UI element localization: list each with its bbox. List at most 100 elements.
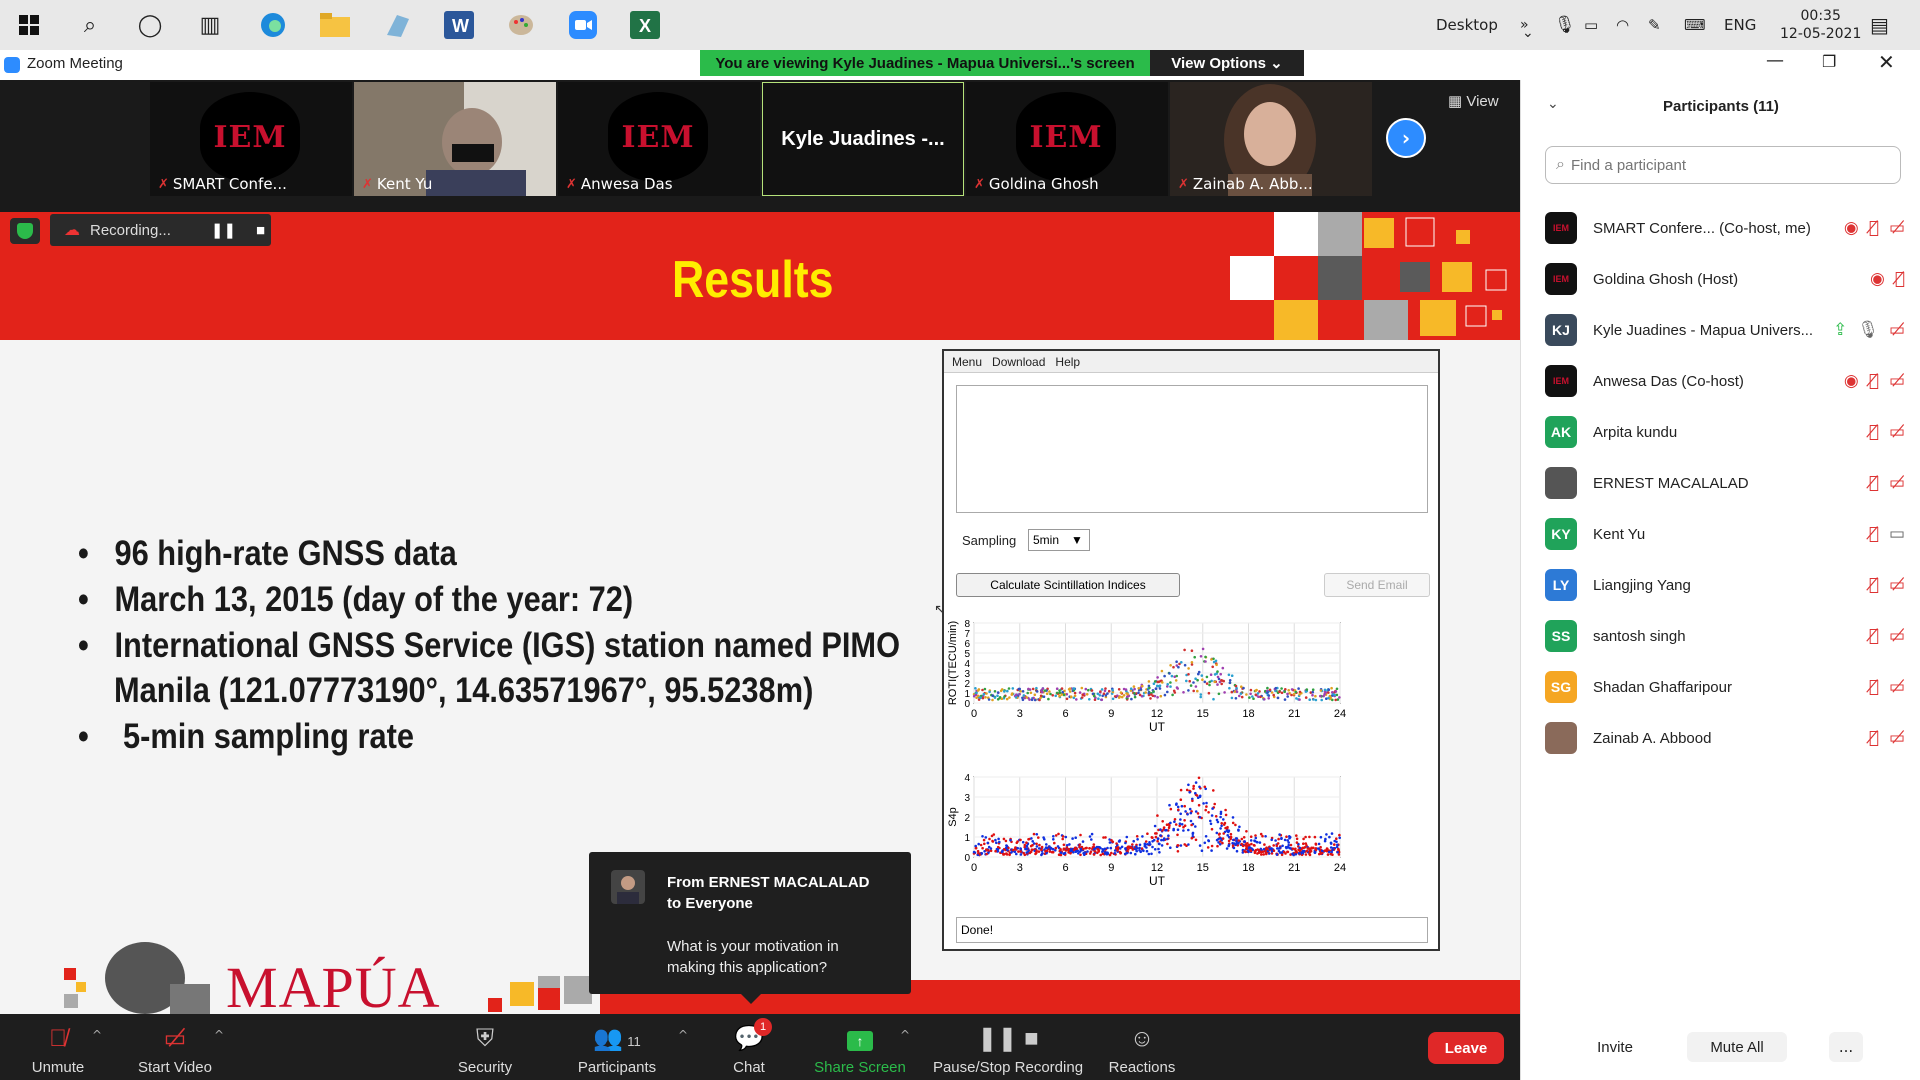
participant-row[interactable]: AK Arpita kundu 🎙̸ ▭̸ — [1545, 412, 1905, 452]
output-textarea[interactable] — [956, 385, 1428, 513]
participant-row[interactable]: Zainab A. Abbood 🎙̸ ▭̸ — [1545, 718, 1905, 758]
participant-row[interactable]: LY Liangjing Yang 🎙̸ ▭̸ — [1545, 565, 1905, 605]
data-point — [1198, 844, 1202, 847]
app-icon[interactable] — [380, 8, 414, 42]
participants-panel: ⌄ Participants (11) ⌕ IEMSMART Confere..… — [1520, 80, 1920, 1080]
encryption-shield-icon[interactable] — [10, 218, 40, 244]
windows-start-icon[interactable] — [12, 8, 46, 42]
chat-notification[interactable]: From ERNEST MACALALAD to Everyone What i… — [589, 852, 911, 1004]
video-muted-icon: ▭̸ — [1888, 575, 1905, 595]
data-point — [1151, 840, 1154, 843]
data-point — [1249, 839, 1253, 842]
menu-item-menu[interactable]: Menu — [952, 355, 982, 369]
view-options-button[interactable]: View Options ⌄ — [1150, 50, 1304, 76]
language-indicator[interactable]: ENG — [1724, 0, 1756, 50]
excel-icon[interactable]: X — [628, 8, 662, 42]
reactions-button[interactable]: ☺ Reactions — [1106, 1014, 1178, 1080]
data-point — [1151, 694, 1155, 698]
participant-row[interactable]: KY Kent Yu 🎙̸ ▭ — [1545, 514, 1905, 554]
data-point — [1194, 685, 1198, 688]
close-icon[interactable]: ✕ — [1878, 50, 1895, 74]
task-view-icon[interactable]: ▥ — [193, 8, 227, 42]
menu-item-download[interactable]: Download — [992, 355, 1045, 369]
data-point — [1025, 851, 1028, 854]
data-point — [972, 850, 976, 854]
share-screen-button[interactable]: ↑ Share Screen — [814, 1014, 906, 1080]
data-point — [1249, 849, 1253, 853]
video-tile[interactable]: ✗ Kent Yu — [354, 82, 556, 196]
data-point — [1168, 672, 1171, 675]
video-muted-icon: ▭̸ — [1888, 473, 1905, 493]
data-point — [1031, 687, 1035, 691]
paint-icon[interactable] — [504, 8, 538, 42]
word-icon[interactable]: W — [442, 8, 476, 42]
menu-item-help[interactable]: Help — [1055, 355, 1080, 369]
invite-button[interactable]: Invite — [1579, 1032, 1651, 1062]
data-point — [1030, 837, 1033, 840]
view-button[interactable]: ▦ View — [1448, 92, 1499, 110]
video-tile[interactable]: IEM ✗ Goldina Ghosh — [966, 82, 1168, 196]
mute-all-button[interactable]: Mute All — [1687, 1032, 1787, 1062]
participants-button[interactable]: 👥 11 Participants — [570, 1014, 664, 1080]
calculate-button[interactable]: Calculate Scintillation Indices — [956, 573, 1180, 597]
participant-row[interactable]: ERNEST MACALALAD 🎙̸ ▭̸ — [1545, 463, 1905, 503]
data-point — [1217, 837, 1220, 841]
send-email-button[interactable]: Send Email — [1324, 573, 1430, 597]
participants-caret-icon[interactable]: ^ — [678, 1028, 688, 1042]
video-tile[interactable]: ✗ Zainab A. Abb... — [1170, 82, 1372, 196]
video-tile[interactable]: IEM ✗ Anwesa Das — [558, 82, 760, 196]
participant-row[interactable]: IEM SMART Confere... (Co-host, me) ◉ 🎙̸ ▭̸ — [1545, 208, 1905, 248]
share-options-caret-icon[interactable]: ^ — [900, 1028, 910, 1042]
data-point — [1061, 835, 1065, 838]
clock[interactable]: 00:35 12-05-2021 — [1780, 0, 1861, 50]
data-point — [1280, 691, 1284, 695]
data-point — [1192, 689, 1195, 693]
next-page-arrow-icon[interactable]: › — [1386, 118, 1426, 158]
participant-search[interactable]: ⌕ — [1545, 146, 1901, 184]
data-point — [1218, 843, 1222, 846]
data-point — [1263, 698, 1266, 701]
video-tile[interactable]: IEM ✗ SMART Confe... — [150, 82, 352, 196]
data-point — [1335, 840, 1338, 844]
participant-row[interactable]: SS santosh singh 🎙̸ ▭̸ — [1545, 616, 1905, 656]
cortana-icon[interactable]: ◯ — [133, 8, 167, 42]
data-point — [1100, 688, 1104, 691]
participant-row[interactable]: IEM Goldina Ghosh (Host) ◉ 🎙̸ — [1545, 259, 1905, 299]
more-options-button[interactable]: ... — [1829, 1032, 1863, 1062]
unmute-button[interactable]: 🎙̸ Unmute — [22, 1014, 94, 1080]
search-icon[interactable]: ⌕ — [73, 8, 107, 42]
participant-row[interactable]: KJ Kyle Juadines - Mapua Univers... ⇪ 🎙 ▭̸ — [1545, 310, 1905, 350]
data-point — [1148, 841, 1151, 844]
data-point — [1177, 808, 1180, 812]
sampling-select[interactable]: 5min ▼ — [1028, 529, 1090, 551]
pause-stop-recording-button[interactable]: ❚❚ ■ Pause/Stop Recording — [930, 1014, 1086, 1080]
video-options-caret-icon[interactable]: ^ — [214, 1028, 224, 1042]
start-video-button[interactable]: ▭̸ Start Video — [130, 1014, 220, 1080]
minimize-icon[interactable]: — — [1766, 50, 1784, 71]
participant-row[interactable]: IEM Anwesa Das (Co-host) ◉ 🎙̸ ▭̸ — [1545, 361, 1905, 401]
security-button[interactable]: ⛨ Security — [450, 1014, 520, 1080]
data-point — [1193, 655, 1196, 659]
leave-button[interactable]: Leave — [1428, 1032, 1504, 1064]
stop-icon[interactable]: ■ — [256, 222, 265, 239]
data-point — [1037, 836, 1040, 839]
zoom-icon[interactable] — [566, 8, 600, 42]
data-point — [1154, 835, 1158, 839]
mic-muted-icon: ✗ — [158, 176, 169, 192]
video-tile-active-speaker[interactable]: Kyle Juadines -... — [762, 82, 964, 196]
notification-icon[interactable]: ▤ — [1870, 0, 1889, 50]
data-point — [1284, 845, 1288, 849]
data-point — [1104, 836, 1107, 839]
tile-name: Goldina Ghosh — [988, 175, 1099, 193]
data-point — [1205, 805, 1208, 808]
audio-options-caret-icon[interactable]: ^ — [92, 1028, 102, 1042]
participant-row[interactable]: SG Shadan Ghaffaripour 🎙̸ ▭̸ — [1545, 667, 1905, 707]
desktop-toolbar[interactable]: Desktop — [1436, 0, 1498, 50]
pause-icon[interactable]: ❚❚ — [211, 221, 236, 239]
edge-icon[interactable] — [256, 8, 290, 42]
restore-icon[interactable]: ❐ — [1822, 52, 1836, 71]
participant-search-input[interactable] — [1570, 156, 1861, 174]
x-tick-label: 3 — [1017, 708, 1023, 720]
file-explorer-icon[interactable] — [318, 8, 352, 42]
data-point — [1235, 690, 1239, 694]
